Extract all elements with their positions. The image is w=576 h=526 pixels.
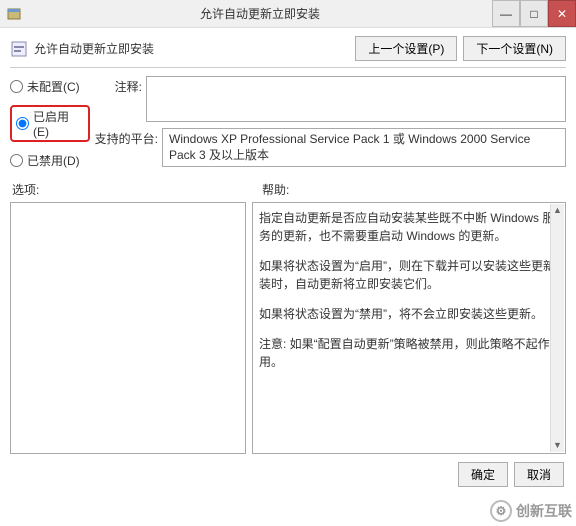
platform-value: Windows XP Professional Service Pack 1 或… [169, 132, 530, 162]
window-title: 允许自动更新立即安装 [28, 5, 492, 22]
radio-enabled[interactable]: 已启用(E) [10, 105, 90, 142]
maximize-button[interactable]: □ [520, 0, 548, 27]
divider [10, 67, 566, 68]
radio-enabled-input[interactable] [16, 117, 29, 130]
mid-labels: 选项: 帮助: [10, 181, 566, 198]
help-paragraph: 如果将状态设置为“禁用”，将不会立即安装这些更新。 [259, 305, 559, 323]
header-row: 允许自动更新立即安装 上一个设置(P) 下一个设置(N) [10, 36, 566, 61]
radio-disabled[interactable]: 已禁用(D) [10, 152, 90, 169]
help-paragraph: 如果将状态设置为“启用”，则在下载并可以安装这些更新装时，自动更新将立即安装它们… [259, 257, 559, 293]
watermark-icon: ⚙ [490, 500, 512, 522]
options-label: 选项: [10, 181, 260, 198]
comment-label: 注释: [90, 76, 146, 95]
help-label: 帮助: [260, 181, 566, 198]
scroll-up-icon[interactable]: ▲ [553, 204, 562, 218]
window-icon [6, 6, 22, 22]
help-text: 指定自动更新是否应自动安装某些既不中断 Windows 服务的更新，也不需要重启… [259, 209, 559, 371]
policy-icon [10, 40, 28, 58]
title-bar: 允许自动更新立即安装 — □ ✕ [0, 0, 576, 28]
next-setting-button[interactable]: 下一个设置(N) [463, 36, 566, 61]
radio-group: 未配置(C) 已启用(E) 已禁用(D) [10, 76, 90, 169]
help-pane[interactable]: 指定自动更新是否应自动安装某些既不中断 Windows 服务的更新，也不需要重启… [252, 202, 566, 454]
platform-value-box: Windows XP Professional Service Pack 1 或… [162, 128, 566, 167]
scroll-down-icon[interactable]: ▼ [553, 439, 562, 453]
watermark-text: 创新互联 [516, 501, 572, 521]
dialog-buttons: 确定 取消 [10, 462, 566, 487]
radio-disabled-label: 已禁用(D) [27, 152, 80, 169]
scrollbar[interactable]: ▲ ▼ [550, 204, 564, 452]
radio-enabled-label: 已启用(E) [33, 108, 84, 139]
comment-textarea[interactable] [146, 76, 566, 122]
platform-label: 支持的平台: [90, 128, 162, 147]
previous-setting-button[interactable]: 上一个设置(P) [355, 36, 457, 61]
close-button[interactable]: ✕ [548, 0, 576, 27]
help-paragraph: 指定自动更新是否应自动安装某些既不中断 Windows 服务的更新，也不需要重启… [259, 209, 559, 245]
radio-not-configured-input[interactable] [10, 80, 23, 93]
radio-disabled-input[interactable] [10, 154, 23, 167]
radio-not-configured[interactable]: 未配置(C) [10, 78, 90, 95]
cancel-button[interactable]: 取消 [514, 462, 564, 487]
help-paragraph: 注意: 如果“配置自动更新”策略被禁用，则此策略不起作用。 [259, 335, 559, 371]
ok-button[interactable]: 确定 [458, 462, 508, 487]
window-controls: — □ ✕ [492, 0, 576, 27]
policy-title: 允许自动更新立即安装 [34, 40, 154, 57]
watermark: ⚙ 创新互联 [490, 500, 572, 522]
minimize-button[interactable]: — [492, 0, 520, 27]
radio-not-configured-label: 未配置(C) [27, 78, 80, 95]
options-pane[interactable] [10, 202, 246, 454]
panes: 指定自动更新是否应自动安装某些既不中断 Windows 服务的更新，也不需要重启… [10, 202, 566, 454]
config-row: 未配置(C) 已启用(E) 已禁用(D) 注释: 支持的平台: Windows … [10, 76, 566, 173]
dialog-content: 允许自动更新立即安装 上一个设置(P) 下一个设置(N) 未配置(C) 已启用(… [0, 28, 576, 497]
